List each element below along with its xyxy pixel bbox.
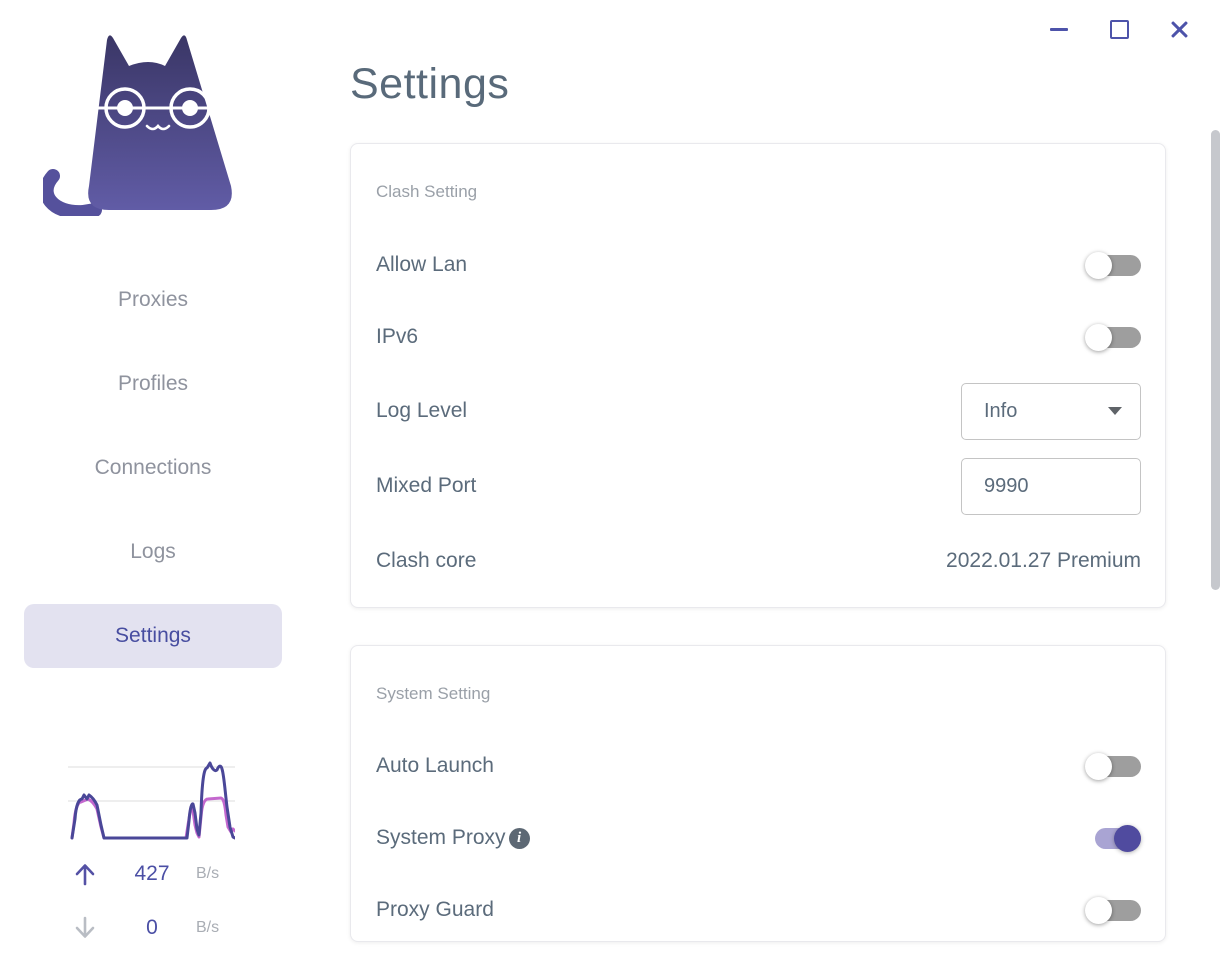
toggle-thumb [1114, 824, 1141, 852]
log-level-row: Log Level Info [376, 382, 1141, 440]
download-speed-unit: B/s [196, 919, 220, 936]
upload-stat-row: 427 B/s [62, 858, 240, 890]
maximize-icon [1109, 19, 1129, 39]
download-stat-row: 0 B/s [62, 912, 240, 944]
minimize-icon [1050, 27, 1068, 31]
clash-core-row: Clash core 2022.01.27 Premium [376, 535, 1141, 587]
upload-speed-value: 427 [134, 862, 170, 885]
log-level-value: Info [984, 399, 1018, 422]
system-proxy-toggle[interactable] [1085, 824, 1141, 852]
system-setting-card: System Setting Auto Launch System Proxy … [350, 645, 1166, 942]
minimize-button[interactable] [1048, 18, 1070, 40]
auto-launch-toggle[interactable] [1085, 752, 1141, 780]
upload-arrow-icon [62, 861, 108, 887]
allow-lan-row: Allow Lan [376, 239, 1141, 291]
sidebar-item-connections[interactable]: Connections [0, 454, 306, 482]
auto-launch-label: Auto Launch [376, 754, 494, 777]
proxy-guard-label: Proxy Guard [376, 898, 494, 921]
sidebar-item-logs[interactable]: Logs [0, 538, 306, 566]
log-level-label: Log Level [376, 399, 468, 422]
sidebar-item-proxies[interactable]: Proxies [0, 286, 306, 314]
ipv6-toggle[interactable] [1085, 323, 1141, 351]
toggle-thumb [1085, 323, 1112, 351]
allow-lan-toggle[interactable] [1085, 251, 1141, 279]
sidebar-item-profiles[interactable]: Profiles [0, 370, 306, 398]
card-header: System Setting [376, 684, 491, 703]
sidebar: Proxies Profiles Connections Logs Settin… [0, 0, 306, 956]
log-level-select[interactable]: Info [961, 382, 1141, 440]
proxy-guard-row: Proxy Guard [376, 884, 1141, 936]
ipv6-row: IPv6 [376, 311, 1141, 363]
clash-core-label: Clash core [376, 549, 477, 572]
auto-launch-row: Auto Launch [376, 740, 1141, 792]
upload-speed-unit: B/s [196, 865, 220, 882]
proxy-guard-toggle[interactable] [1085, 896, 1141, 924]
download-arrow-icon [62, 915, 108, 941]
clash-setting-card: Clash Setting Allow Lan IPv6 Log Level I… [350, 143, 1166, 608]
sidebar-item-settings[interactable]: Settings [24, 604, 282, 668]
scrollbar-thumb[interactable] [1211, 130, 1220, 590]
traffic-sparkline-chart [68, 757, 237, 841]
clash-core-version: 2022.01.27 Premium [946, 549, 1141, 572]
mixed-port-label: Mixed Port [376, 474, 477, 497]
system-proxy-row: System Proxy i [376, 812, 1141, 864]
close-button[interactable] [1168, 18, 1190, 40]
download-speed-value: 0 [146, 916, 158, 939]
ipv6-label: IPv6 [376, 325, 419, 348]
mixed-port-input[interactable] [961, 457, 1141, 515]
toggle-thumb [1085, 752, 1112, 780]
toggle-thumb [1085, 896, 1112, 924]
clash-cat-logo-icon [39, 26, 237, 220]
mixed-port-row: Mixed Port [376, 457, 1141, 515]
chevron-down-icon [1108, 407, 1122, 415]
close-icon [1170, 20, 1188, 38]
system-proxy-label: System Proxy i [376, 826, 530, 850]
system-proxy-label-text: System Proxy [376, 826, 506, 849]
toggle-thumb [1085, 251, 1112, 279]
window-controls [1048, 18, 1190, 40]
maximize-button[interactable] [1108, 18, 1130, 40]
page-title: Settings [350, 60, 510, 108]
info-icon[interactable]: i [508, 827, 530, 849]
card-header: Clash Setting [376, 182, 478, 201]
allow-lan-label: Allow Lan [376, 253, 468, 276]
